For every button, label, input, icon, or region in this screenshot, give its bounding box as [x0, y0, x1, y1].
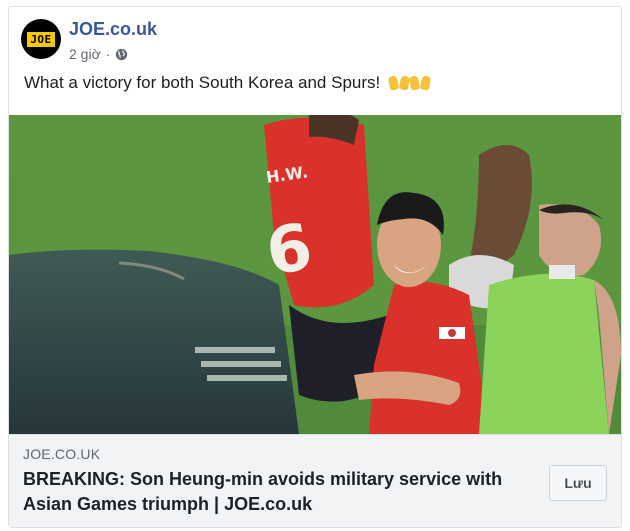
- post-message: What a victory for both South Korea and …: [24, 73, 431, 93]
- page-name-link[interactable]: JOE.co.uk: [69, 19, 157, 40]
- link-headline[interactable]: BREAKING: Son Heung-min avoids military …: [23, 467, 523, 517]
- link-preview-image[interactable]: H.W. 6: [9, 115, 621, 434]
- football-celebration-photo: H.W. 6: [9, 115, 621, 434]
- post-timestamp[interactable]: 2 giờ: [69, 46, 101, 62]
- post-header: JOE JOE.co.uk 2 giờ ·: [21, 15, 611, 62]
- joe-logo: JOE: [27, 31, 55, 47]
- save-button[interactable]: Lưu: [549, 465, 607, 501]
- link-preview-info[interactable]: JOE.CO.UK BREAKING: Son Heung-min avoids…: [9, 434, 621, 527]
- link-domain: JOE.CO.UK: [23, 446, 101, 462]
- post-meta: 2 giờ ·: [69, 46, 128, 62]
- globe-icon[interactable]: [115, 48, 128, 61]
- raising-hands-emoji: [389, 73, 431, 93]
- page-avatar[interactable]: JOE: [21, 19, 61, 59]
- post-card: JOE JOE.co.uk 2 giờ · What a victory for…: [8, 6, 622, 528]
